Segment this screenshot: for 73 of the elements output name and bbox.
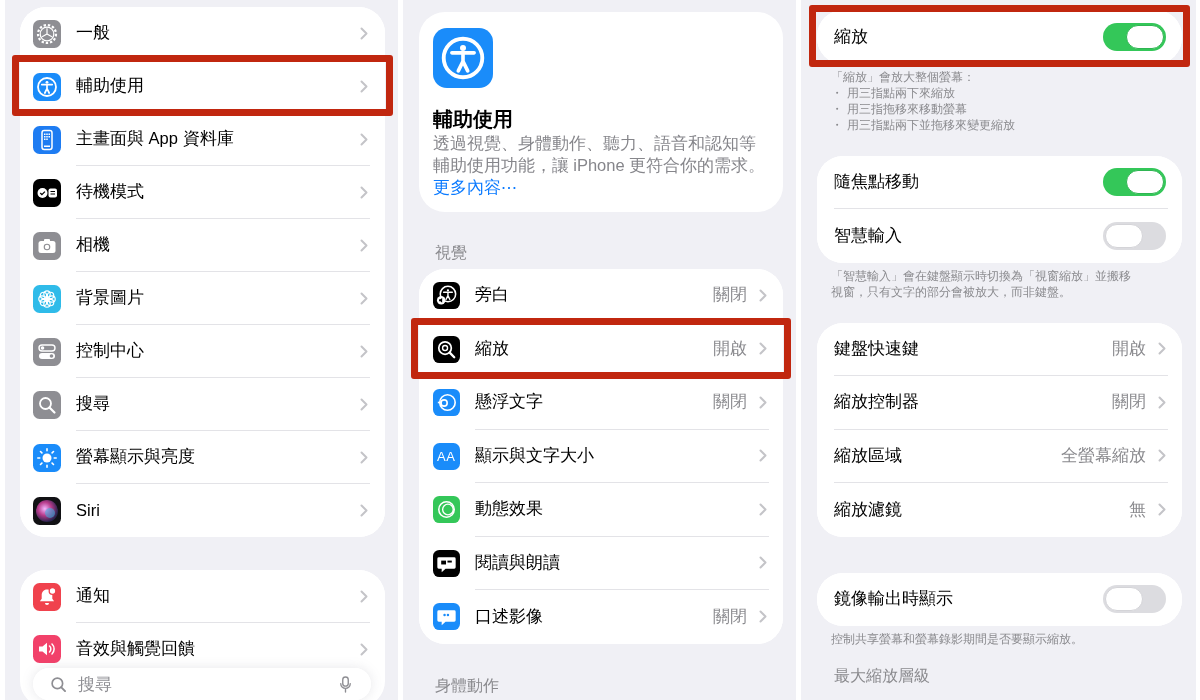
section-header: 最大縮放層級 (833, 666, 932, 686)
figure-speaker-icon (432, 282, 460, 310)
chevron-icon (359, 642, 368, 656)
setting-label: 縮放 (834, 25, 870, 47)
speaker-icon (33, 635, 61, 663)
chevron-icon (359, 79, 368, 93)
setting-label: 鏡像輸出時顯示 (834, 588, 955, 610)
chevron-icon (1158, 449, 1166, 463)
toggles-icon (33, 337, 61, 366)
text-size-icon: AA (432, 442, 460, 470)
chevron-icon (1158, 503, 1166, 517)
microphone-icon (339, 675, 351, 693)
chevron-icon (759, 395, 768, 409)
search-field[interactable]: 搜尋 (78, 674, 340, 694)
chevron-icon (759, 556, 768, 570)
rings-icon (432, 389, 460, 417)
magnifier-icon (432, 335, 460, 363)
setting-label: 智慧輸入 (834, 224, 904, 246)
sun-icon (33, 443, 61, 472)
gear-icon (33, 19, 61, 48)
chevron-icon (759, 449, 768, 463)
footer-note: 「縮放」會放大整個螢幕： ・ 用三指點兩下來縮放 ・ 用三指拖移來移動螢幕 ・ 用三指點兩下並拖移來變更縮放 (830, 68, 1016, 133)
toggle-switch[interactable] (1103, 221, 1166, 250)
toggle-switch[interactable] (1103, 585, 1166, 614)
search-icon (33, 390, 61, 419)
toggle-switch[interactable] (1103, 167, 1166, 196)
chevron-icon (359, 291, 368, 305)
row-value: 關閉 (1112, 391, 1146, 413)
footer-note: 控制共享螢幕和螢幕錄影期間是否要顯示縮放。 (830, 631, 1085, 647)
row-value: 無 (1129, 498, 1146, 520)
chevron-icon (759, 288, 768, 302)
setting-label: 隨焦點移動 (834, 170, 921, 192)
section-header: 視覺 (433, 243, 468, 263)
accessibility-icon (432, 28, 493, 88)
chevron-icon (759, 502, 768, 516)
settings-row[interactable]: 通知 (20, 570, 385, 623)
chevron-icon (359, 504, 368, 517)
row-value: 全螢幕縮放 (1061, 444, 1146, 466)
row-value: 關閉 (713, 391, 748, 413)
row-value: 開啟 (1112, 337, 1146, 359)
chevron-icon (359, 397, 368, 411)
chevron-icon (359, 132, 368, 146)
chevron-icon (759, 610, 768, 624)
orb-icon (33, 496, 61, 525)
chevron-icon (359, 185, 368, 199)
row-value: 開啟 (713, 337, 748, 359)
chevron-icon (359, 450, 368, 464)
flower-icon (33, 284, 61, 313)
speech-bubble-icon (432, 549, 460, 577)
chevron-icon (359, 238, 368, 252)
quote-bubble-icon (432, 603, 460, 631)
settings-row[interactable]: 鍵盤快速鍵 開啟 (817, 322, 1182, 376)
chevron-icon (359, 589, 368, 603)
chevron-icon (759, 342, 768, 356)
accessibility-icon (33, 72, 61, 101)
chevron-icon (359, 26, 368, 40)
toggle-switch[interactable] (1103, 22, 1166, 51)
footer-note: 「智慧輸入」會在鍵盤顯示時切換為「視窗縮放」並搬移 視窗，只有文字的部分會被放大，而非鍵盤。 (830, 267, 1133, 300)
search-icon (51, 676, 66, 692)
chevron-icon (1158, 342, 1166, 356)
bell-icon (33, 582, 61, 611)
section-header: 身體動作 (433, 675, 500, 696)
description-text: 透過視覺、身體動作、聽力、語音和認知等 輔助使用功能，讓 iPhone 更符合你的需求。 (432, 133, 767, 176)
more-link[interactable]: 更多內容⋯ (432, 176, 518, 198)
circles-icon (432, 496, 460, 524)
row-value: 關閉 (713, 284, 748, 306)
camera-icon (33, 231, 61, 260)
chevron-icon (359, 344, 368, 358)
phone-icon (33, 125, 61, 154)
widgets-icon (33, 178, 61, 207)
chevron-icon (1158, 395, 1166, 409)
page-title: 輔助使用 (432, 107, 514, 132)
row-value: 關閉 (713, 605, 748, 627)
